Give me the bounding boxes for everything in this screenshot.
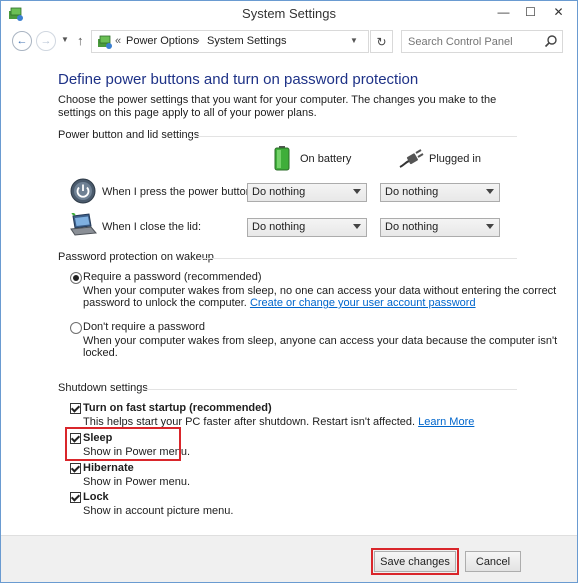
close-lid-plugged-value: Do nothing: [385, 221, 439, 233]
power-button-plugged-select[interactable]: Do nothing: [380, 183, 500, 202]
address-dropdown-icon[interactable]: ▼: [350, 36, 358, 45]
control-panel-icon: [98, 35, 112, 49]
sleep-highlight-box: [65, 427, 181, 461]
search-input[interactable]: [402, 31, 542, 52]
power-plug-icon: [399, 149, 424, 168]
close-button[interactable]: ✕: [545, 1, 572, 22]
no-password-radio[interactable]: [70, 322, 82, 334]
search-box[interactable]: [401, 30, 563, 53]
require-password-desc-line2: password to unlock the computer. Create …: [83, 297, 476, 310]
close-lid-plugged-select[interactable]: Do nothing: [380, 218, 500, 237]
section-divider: [200, 258, 517, 259]
plugged-in-header: Plugged in: [429, 153, 481, 165]
back-button[interactable]: ←: [12, 31, 32, 51]
chevron-down-icon: [486, 224, 494, 229]
save-highlight-box: [371, 548, 459, 575]
fast-startup-label[interactable]: Turn on fast startup (recommended): [83, 402, 272, 414]
require-password-label[interactable]: Require a password (recommended): [83, 271, 262, 283]
require-password-desc-text: password to unlock the computer.: [83, 297, 247, 309]
fast-startup-checkbox[interactable]: [70, 403, 81, 414]
close-lid-row-label: When I close the lid:: [102, 221, 202, 233]
power-button-plugged-value: Do nothing: [385, 186, 439, 198]
main-content: Define power buttons and turn on passwor…: [1, 55, 577, 535]
footer-bar: Save changes Cancel: [1, 535, 577, 582]
lock-label[interactable]: Lock: [83, 491, 109, 503]
no-password-label[interactable]: Don't require a password: [83, 321, 205, 333]
no-password-desc-line1: When your computer wakes from sleep, any…: [83, 335, 558, 347]
hibernate-checkbox[interactable]: [70, 463, 81, 474]
password-section-label: Password protection on wakeup: [58, 251, 214, 263]
system-settings-window: System Settings — ☐ ✕ ← → ▼ ↑ « Power Op…: [0, 0, 578, 583]
hibernate-label[interactable]: Hibernate: [83, 462, 134, 474]
close-lid-battery-value: Do nothing: [252, 221, 306, 233]
page-title: Define power buttons and turn on passwor…: [58, 71, 419, 88]
power-button-row-label: When I press the power button:: [102, 186, 255, 198]
change-password-link[interactable]: Create or change your user account passw…: [250, 297, 476, 309]
address-bar[interactable]: « Power Options › System Settings ▼: [91, 30, 369, 53]
forward-button[interactable]: →: [36, 31, 56, 51]
breadcrumb-overflow[interactable]: «: [115, 35, 121, 47]
search-icon[interactable]: [544, 34, 558, 48]
power-buttons-section-label: Power button and lid settings: [58, 129, 200, 141]
battery-icon: [274, 146, 290, 171]
title-bar: System Settings — ☐ ✕: [1, 1, 577, 27]
laptop-lid-icon: [70, 213, 97, 236]
no-password-desc-line2: locked.: [83, 347, 118, 359]
power-button-battery-value: Do nothing: [252, 186, 306, 198]
breadcrumb-separator[interactable]: ›: [196, 35, 200, 47]
section-divider: [191, 136, 517, 137]
shutdown-section-label: Shutdown settings: [58, 382, 148, 394]
power-button-battery-select[interactable]: Do nothing: [247, 183, 367, 202]
maximize-button[interactable]: ☐: [517, 1, 544, 22]
breadcrumb-power-options[interactable]: Power Options: [126, 35, 198, 47]
chevron-down-icon: [486, 189, 494, 194]
breadcrumb-system-settings[interactable]: System Settings: [207, 35, 286, 47]
close-lid-battery-select[interactable]: Do nothing: [247, 218, 367, 237]
up-button[interactable]: ↑: [77, 33, 84, 48]
lock-checkbox[interactable]: [70, 492, 81, 503]
page-intro: Choose the power settings that you want …: [58, 94, 497, 119]
on-battery-header: On battery: [300, 153, 352, 165]
hibernate-desc: Show in Power menu.: [83, 476, 190, 488]
navigation-bar: ← → ▼ ↑ « Power Options › System Setting…: [1, 27, 577, 55]
section-divider: [144, 389, 517, 390]
power-button-icon: [70, 178, 96, 204]
minimize-button[interactable]: —: [490, 1, 517, 22]
refresh-button[interactable]: ↻: [370, 30, 393, 53]
cancel-button[interactable]: Cancel: [465, 551, 521, 572]
recent-locations-dropdown[interactable]: ▼: [61, 35, 69, 44]
chevron-down-icon: [353, 224, 361, 229]
learn-more-link[interactable]: Learn More: [418, 416, 474, 428]
lock-desc: Show in account picture menu.: [83, 505, 234, 517]
chevron-down-icon: [353, 189, 361, 194]
require-password-radio[interactable]: [70, 272, 82, 284]
